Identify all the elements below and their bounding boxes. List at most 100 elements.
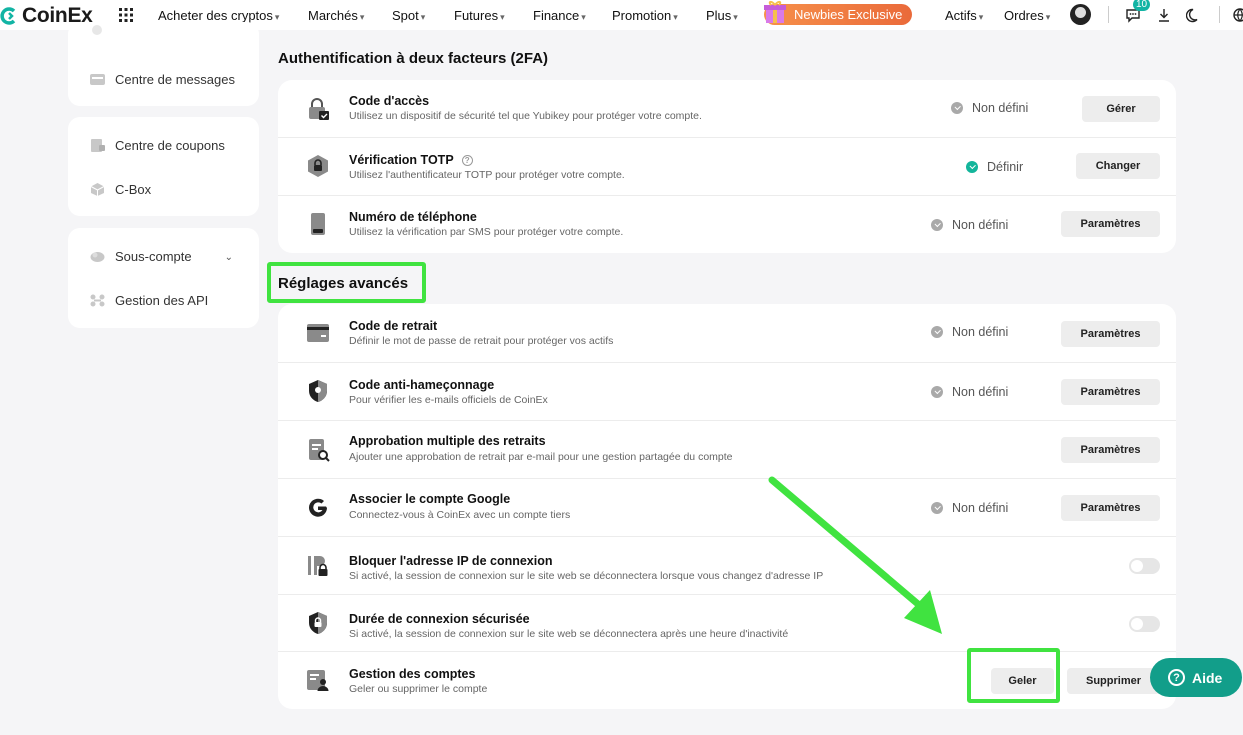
subaccount-icon <box>90 252 105 262</box>
sidebar-item-hidden[interactable] <box>90 24 115 37</box>
sidebar-card-rewards: Centre de coupons C-Box <box>68 117 259 216</box>
delete-button[interactable]: Supprimer <box>1067 668 1160 694</box>
row-secure-session: Durée de connexion sécurisée Si activé, … <box>278 595 1176 652</box>
sidebar-item-subaccount[interactable]: Sous-compte <box>90 249 192 264</box>
lock-check-icon <box>309 98 329 120</box>
sidebar-item-api[interactable]: Gestion des API <box>90 293 208 308</box>
chevron-down-icon[interactable]: ⌄ <box>225 252 233 263</box>
chevron-down-icon: ▾ <box>274 12 280 22</box>
divider <box>1108 6 1109 23</box>
row-title: Gestion des comptes <box>349 667 476 681</box>
change-button[interactable]: Changer <box>1076 153 1160 179</box>
account-card-icon <box>307 670 329 691</box>
status-badge: Non défini <box>931 325 1008 339</box>
row-description: Utilisez l'authentificateur TOTP pour pr… <box>349 169 625 181</box>
help-icon: ? <box>1168 669 1185 686</box>
coupon-icon <box>91 139 105 152</box>
hexagon-lock-icon <box>308 155 328 177</box>
row-passkey: Code d'accès Utilisez un dispositif de s… <box>278 80 1176 138</box>
row-withdrawal-code: Code de retrait Définir le mot de passe … <box>278 304 1176 363</box>
row-description: Geler ou supprimer le compte <box>349 683 488 695</box>
row-title: Durée de connexion sécurisée <box>349 612 530 626</box>
nav-finance[interactable]: Finance ▾ <box>533 8 586 23</box>
settings-button[interactable]: Paramètres <box>1061 379 1160 405</box>
coinex-logo-icon <box>0 7 16 25</box>
nav-promotion[interactable]: Promotion ▾ <box>612 8 678 23</box>
check-circle-icon <box>931 326 943 338</box>
manage-button[interactable]: Gérer <box>1082 96 1160 122</box>
ip-lock-toggle[interactable] <box>1129 558 1160 574</box>
ip-lock-icon <box>308 556 328 576</box>
card-icon <box>307 324 329 342</box>
row-description: Ajouter une approbation de retrait par e… <box>349 451 733 463</box>
nav-assets[interactable]: Actifs ▾ <box>945 8 983 23</box>
status-badge: Définir <box>966 160 1023 174</box>
secure-session-toggle[interactable] <box>1129 616 1160 632</box>
help-button[interactable]: ? Aide <box>1150 658 1242 697</box>
divider <box>1219 6 1220 23</box>
moon-icon[interactable] <box>1186 7 1202 23</box>
row-description: Définir le mot de passe de retrait pour … <box>349 335 614 347</box>
notification-badge: 10 <box>1133 0 1151 11</box>
row-title: Code de retrait <box>349 319 438 333</box>
api-icon <box>90 294 105 307</box>
row-description: Utilisez la vérification par SMS pour pr… <box>349 226 624 238</box>
status-badge: Non défini <box>931 385 1008 399</box>
chevron-down-icon: ▾ <box>978 12 984 22</box>
row-title: Approbation multiple des retraits <box>349 434 546 448</box>
shield-icon <box>309 380 327 402</box>
shield-lock-icon <box>309 612 327 634</box>
row-description: Si activé, la session de connexion sur l… <box>349 570 824 582</box>
sidebar-item-messages[interactable]: Centre de messages <box>90 72 235 87</box>
row-title: Numéro de téléphone <box>349 210 477 224</box>
row-title: Vérification TOTP? <box>349 153 473 167</box>
status-badge: Non défini <box>931 218 1008 232</box>
chevron-down-icon: ▾ <box>359 12 365 22</box>
nav-spot[interactable]: Spot ▾ <box>392 8 425 23</box>
gift-icon <box>764 1 786 23</box>
nav-orders[interactable]: Ordres ▾ <box>1004 8 1050 23</box>
google-icon <box>309 498 327 517</box>
nav-futures[interactable]: Futures ▾ <box>454 8 505 23</box>
row-title: Associer le compte Google <box>349 492 511 506</box>
card-2fa: Code d'accès Utilisez un dispositif de s… <box>278 80 1176 253</box>
row-phone: Numéro de téléphone Utilisez la vérifica… <box>278 196 1176 253</box>
avatar[interactable] <box>1070 4 1091 25</box>
highlight-box <box>267 262 426 303</box>
check-circle-icon <box>951 102 963 114</box>
globe-icon[interactable] <box>1232 7 1243 23</box>
row-anti-phishing: Code anti-hameçonnage Pour vérifier les … <box>278 363 1176 421</box>
message-center-icon <box>90 74 105 85</box>
row-google: Associer le compte Google Connectez-vous… <box>278 479 1176 537</box>
row-title: Code anti-hameçonnage <box>349 378 495 392</box>
chevron-down-icon: ▾ <box>500 12 505 22</box>
row-description: Pour vérifier les e-mails officiels de C… <box>349 394 548 406</box>
phone-icon <box>311 213 325 235</box>
settings-button[interactable]: Paramètres <box>1061 211 1160 237</box>
chevron-down-icon: ▾ <box>733 12 738 22</box>
sidebar-item-cbox[interactable]: C-Box <box>90 182 151 197</box>
sidebar-item-coupons[interactable]: Centre de coupons <box>90 138 225 153</box>
section-title-2fa: Authentification à deux facteurs (2FA) <box>278 50 549 67</box>
item-icon <box>92 25 102 35</box>
status-badge: Non défini <box>951 101 1028 115</box>
document-search-icon <box>309 439 330 462</box>
apps-grid-icon[interactable] <box>119 8 133 22</box>
highlight-box <box>967 648 1060 703</box>
nav-more[interactable]: Plus ▾ <box>706 8 738 23</box>
row-description: Utilisez un dispositif de sécurité tel q… <box>349 110 702 122</box>
box-icon <box>90 183 105 196</box>
check-circle-icon <box>931 219 943 231</box>
nav-markets[interactable]: Marchés ▾ <box>308 8 364 23</box>
settings-button[interactable]: Paramètres <box>1061 437 1160 463</box>
sidebar-card-management: Sous-compte ⌄ Gestion des API <box>68 228 259 328</box>
row-description: Connectez-vous à CoinEx avec un compte t… <box>349 509 571 521</box>
nav-buy-crypto[interactable]: Acheter des cryptos ▾ <box>158 8 279 23</box>
annotation-arrow-icon <box>768 476 942 634</box>
settings-button[interactable]: Paramètres <box>1061 495 1160 521</box>
download-icon[interactable] <box>1156 7 1172 23</box>
chevron-down-icon: ▾ <box>581 12 586 22</box>
help-icon[interactable]: ? <box>461 155 473 166</box>
row-ip-lock: Bloquer l'adresse IP de connexion Si act… <box>278 537 1176 595</box>
settings-button[interactable]: Paramètres <box>1061 321 1160 347</box>
